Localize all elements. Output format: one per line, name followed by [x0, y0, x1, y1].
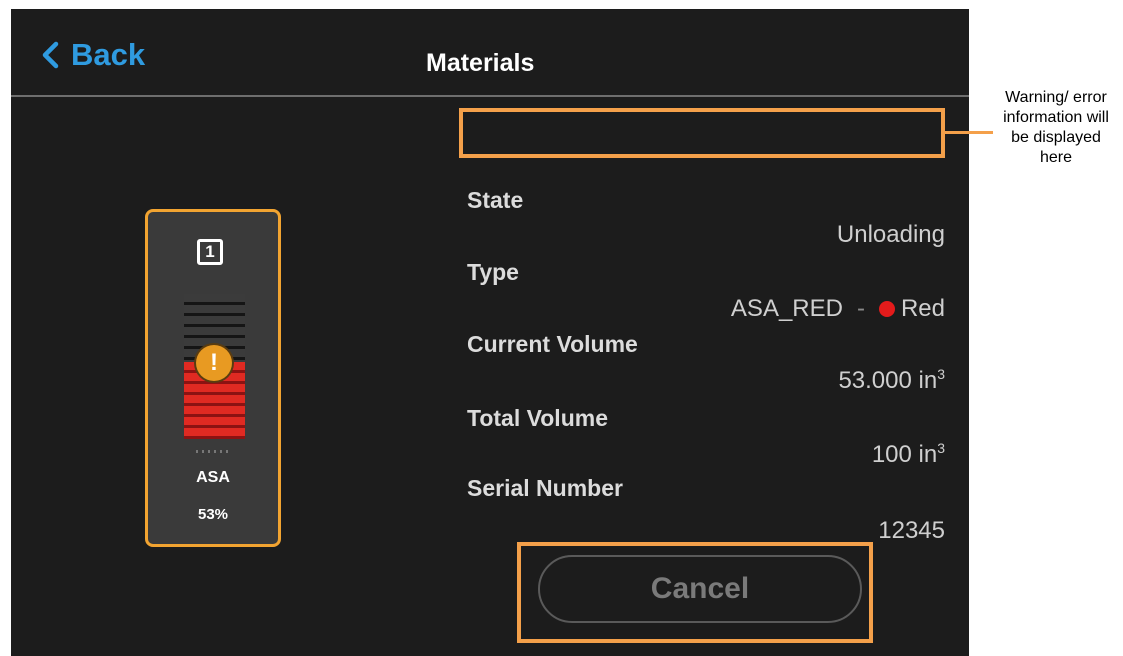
color-name: Red [900, 295, 945, 322]
header-divider [11, 95, 969, 97]
serial-number-value: 12345 [878, 517, 945, 544]
callout-connector-line [945, 131, 993, 134]
type-value: ASA_RED [730, 295, 843, 322]
current-volume-value: 53.000 in [838, 367, 938, 394]
type-value-row: ASA_RED - Red [731, 295, 945, 323]
material-fill-percent: 53% [197, 506, 229, 523]
type-separator: - [856, 295, 865, 322]
color-swatch-icon [878, 301, 895, 317]
back-button[interactable]: Back [39, 35, 145, 75]
current-volume-unit-exponent: 3 [937, 366, 945, 382]
total-volume-value: 100 in [871, 441, 938, 468]
printer-screen: Back Materials 1 ! ASA 53% State Unloadi… [11, 9, 969, 656]
top-bar: Back Materials [11, 9, 969, 95]
type-label: Type [467, 259, 519, 285]
current-volume-value-row: 53.000 in3 [838, 366, 945, 395]
state-value: Unloading [836, 221, 945, 248]
warning-icon: ! [196, 345, 232, 381]
gauge-dots-divider [196, 450, 232, 453]
total-volume-label: Total Volume [467, 405, 608, 431]
total-volume-unit-exponent: 3 [937, 440, 945, 456]
current-volume-label: Current Volume [467, 331, 638, 357]
slot-number-badge: 1 [197, 239, 223, 265]
cancel-button[interactable]: Cancel [538, 555, 862, 623]
page-title: Materials [426, 49, 535, 77]
callout-note: Warning/ error information will be displ… [1003, 89, 1109, 166]
chevron-left-icon [42, 41, 59, 69]
serial-number-label: Serial Number [467, 475, 623, 501]
back-label: Back [71, 37, 146, 72]
total-volume-value-row: 100 in3 [872, 440, 945, 469]
material-name: ASA [196, 469, 230, 486]
state-label: State [467, 187, 524, 213]
material-bay-card[interactable]: 1 ! ASA 53% [145, 209, 281, 547]
